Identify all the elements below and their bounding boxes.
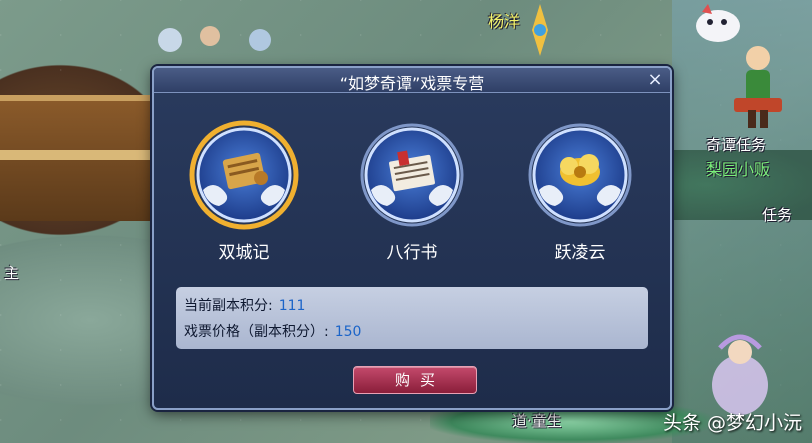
npc-white-pet[interactable] [690,0,746,46]
npc-name-vendor[interactable]: 梨园小贩 [706,156,770,180]
current-points-label: 当前副本积分: [184,298,273,314]
ticket-price-label: 戏票价格（副本积分）: [184,324,329,340]
ticket-item-baxingshu[interactable]: 八行书 [350,120,474,263]
golden-cloud-icon [525,120,635,230]
ticket-label: 跃凌云 [554,243,606,263]
ticket-item-yuelingyun[interactable]: 跃凌云 [518,120,642,263]
npc-name-tongsheng[interactable]: 道·童生 [512,410,562,431]
npc-name-yangyang[interactable]: 杨洋 [488,8,520,32]
ticket-label: 八行书 [386,243,438,263]
ticket-items: 双城记 八行书 跃凌云 [154,120,670,270]
npc-crowd-group [158,26,271,52]
npc-yangyang-character[interactable] [520,0,560,60]
npc-name-task[interactable]: 任务 [762,204,792,225]
close-button[interactable]: × [646,71,664,89]
scroll-icon [189,120,299,230]
ticket-price-row: 戏票价格（副本积分）: 150 [184,321,361,341]
dialog-header: “如梦奇谭”戏票专营 × [154,68,670,93]
npc-name-quest[interactable]: 奇谭任务 [706,134,766,155]
npc-name-partial[interactable]: 主 [4,262,19,283]
watermark-text: 头条 @梦幻小沅 [662,412,802,434]
npc-fairy-character[interactable] [700,330,780,420]
letter-icon [357,120,467,230]
ticket-price-value: 150 [334,324,362,340]
pavilion-rail [0,150,150,160]
dialog-title: “如梦奇谭”戏票专营 [339,74,485,93]
ticket-item-shuangchengji[interactable]: 双城记 [182,120,306,263]
points-info-panel: 当前副本积分: 111 戏票价格（副本积分）: 150 [176,287,648,349]
current-points-value: 111 [278,298,306,314]
buy-button[interactable]: 购买 [353,366,477,394]
ticket-label: 双城记 [218,243,270,263]
current-points-row: 当前副本积分: 111 [184,295,305,315]
npc-vendor-character[interactable] [728,40,788,130]
ticket-shop-dialog: “如梦奇谭”戏票专营 × 双城记 八行书 跃凌云 当前副本积分: 111 戏票价… [152,66,672,410]
